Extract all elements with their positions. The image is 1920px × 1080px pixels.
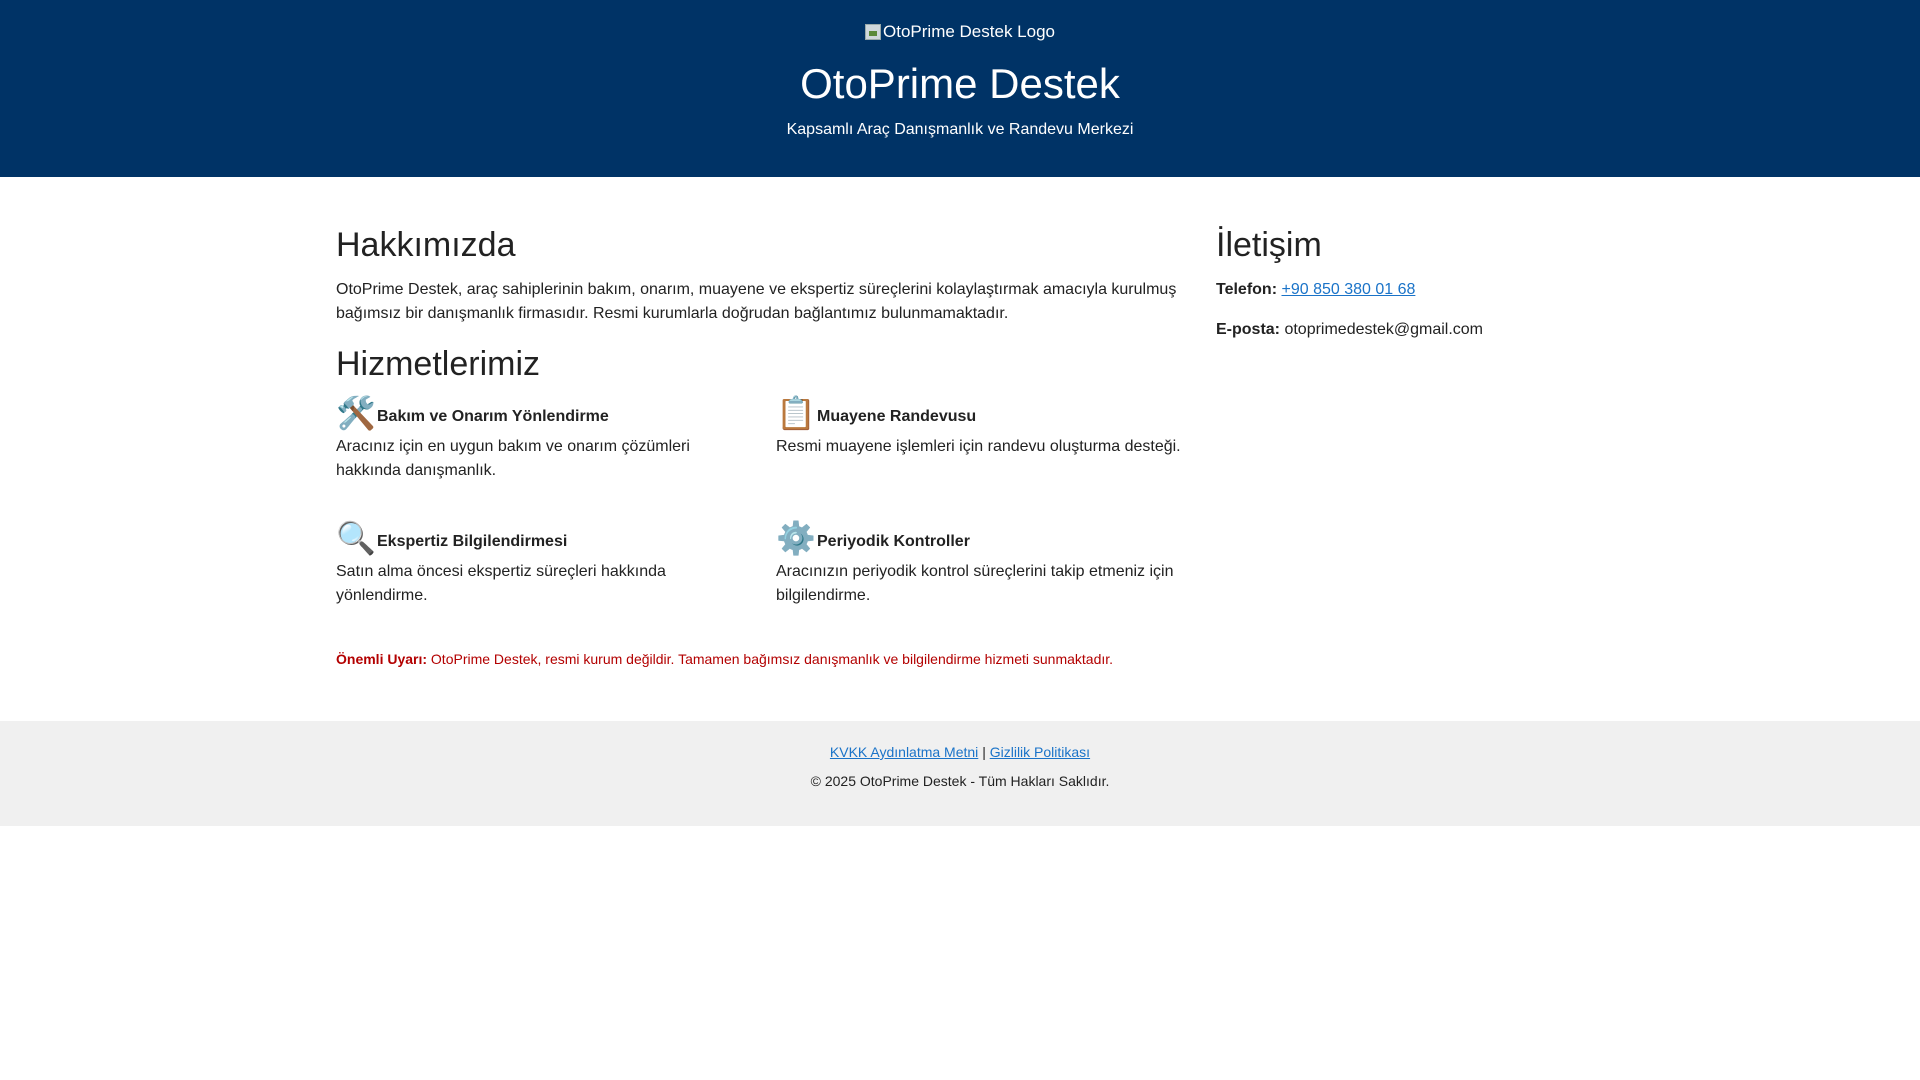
phone-label: Telefon: <box>1216 280 1278 298</box>
contact-heading: İletişim <box>1216 226 1322 264</box>
phone-line: Telefon: +90 850 380 01 68 <box>1216 278 1596 302</box>
site-footer: KVKK Aydınlatma Metni | Gizlilik Politik… <box>0 721 1920 826</box>
copyright-text: © 2025 OtoPrime Destek - Tüm Hakları Sak… <box>810 773 1110 789</box>
left-column: Hakkımızda OtoPrime Destek, araç sahiple… <box>336 225 1196 635</box>
email-value: otoprimedestek@gmail.com <box>1284 320 1483 338</box>
warning-text: OtoPrime Destek, resmi kurum değildir. T… <box>430 651 1114 667</box>
clipboard-icon: 📋 <box>776 394 816 431</box>
tools-icon: 🛠️ <box>336 394 376 431</box>
service-card: 🛠️ Bakım ve Onarım Yönlendirme Aracınız … <box>336 395 756 483</box>
footer-separator: | <box>982 744 986 760</box>
services-grid: 🛠️ Bakım ve Onarım Yönlendirme Aracınız … <box>336 395 1196 635</box>
main-content: Hakkımızda OtoPrime Destek, araç sahiple… <box>336 177 1584 721</box>
about-heading: Hakkımızda <box>336 226 516 264</box>
service-card: 📋 Muayene Randevusu Resmi muayene işleml… <box>776 395 1196 459</box>
broken-image-icon <box>865 24 882 40</box>
service-desc: Aracınız için en uygun bakım ve onarım ç… <box>336 437 690 479</box>
service-title: Periyodik Kontroller <box>817 532 970 550</box>
gear-icon: ⚙️ <box>776 519 816 556</box>
service-desc: Satın alma öncesi ekspertiz süreçleri ha… <box>336 562 666 604</box>
services-heading: Hizmetlerimiz <box>336 344 540 383</box>
service-title: Ekspertiz Bilgilendirmesi <box>377 532 568 550</box>
about-text: OtoPrime Destek, araç sahiplerinin bakım… <box>336 280 1177 322</box>
phone-link[interactable]: +90 850 380 01 68 <box>1281 281 1415 298</box>
logo-alt-text: OtoPrime Destek Logo <box>883 22 1055 41</box>
service-title: Bakım ve Onarım Yönlendirme <box>377 407 609 425</box>
service-card: 🔍 Ekspertiz Bilgilendirmesi Satın alma ö… <box>336 520 756 608</box>
footer-links: KVKK Aydınlatma Metni | Gizlilik Politik… <box>0 742 1920 762</box>
site-subtitle: Kapsamlı Araç Danışmanlık ve Randevu Mer… <box>786 121 1134 139</box>
site-title: OtoPrime Destek <box>800 60 1120 107</box>
warning-notice: Önemli Uyarı: OtoPrime Destek, resmi kur… <box>336 651 1113 667</box>
privacy-link[interactable]: Gizlilik Politikası <box>990 744 1090 760</box>
email-label: E-posta: <box>1216 320 1280 338</box>
magnifier-icon: 🔍 <box>336 519 376 556</box>
email-line: E-posta: otoprimedestek@gmail.com <box>1216 318 1596 342</box>
service-title: Muayene Randevusu <box>817 407 977 425</box>
service-card: ⚙️ Periyodik Kontroller Aracınızın periy… <box>776 520 1196 608</box>
warning-label: Önemli Uyarı: <box>336 651 428 667</box>
site-logo: OtoPrime Destek Logo <box>865 20 1055 44</box>
contact-section: İletişim Telefon: +90 850 380 01 68 E-po… <box>1216 225 1596 342</box>
site-header: OtoPrime Destek Logo OtoPrime Destek Kap… <box>0 0 1920 177</box>
service-desc: Aracınızın periyodik kontrol süreçlerini… <box>776 562 1174 604</box>
service-desc: Resmi muayene işlemleri için randevu olu… <box>776 437 1181 455</box>
kvkk-link[interactable]: KVKK Aydınlatma Metni <box>830 744 978 760</box>
